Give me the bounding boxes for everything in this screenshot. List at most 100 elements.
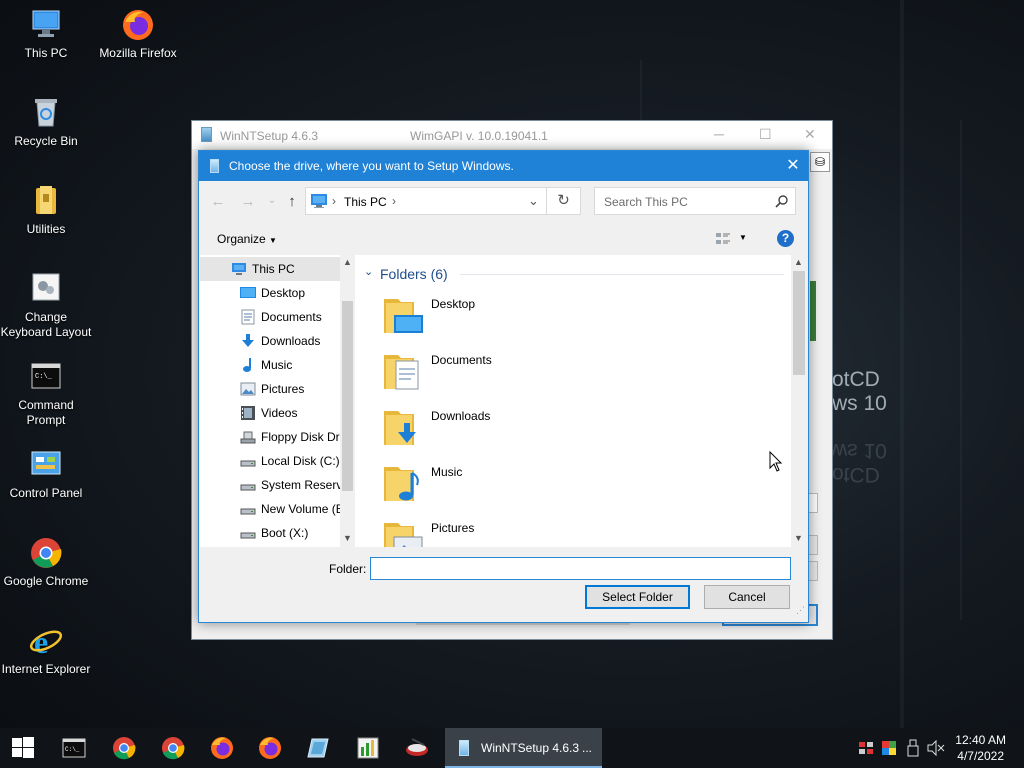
search-input[interactable]: Search This PC xyxy=(594,187,796,215)
help-icon[interactable]: ? xyxy=(777,230,794,247)
cmd-taskbar-icon[interactable]: C:\_ xyxy=(61,735,87,761)
scroll-up-icon[interactable]: ▲ xyxy=(343,257,352,267)
tree-item-label: New Volume (E xyxy=(261,502,341,516)
taskbar-clock[interactable]: 12:40 AM 4/7/2022 xyxy=(955,732,1006,764)
navigation-bar: ← → ⌄ ↑ › This PC › ⌄ ↻ Search This PC xyxy=(199,181,808,223)
group-divider xyxy=(460,274,784,275)
folder-item-label: Pictures xyxy=(431,521,475,535)
breadcrumb-this-pc[interactable]: This PC xyxy=(344,195,387,209)
breadcrumb-separator-icon[interactable]: › xyxy=(392,194,396,208)
folder-input[interactable] xyxy=(370,557,791,580)
drive-icon[interactable]: ⛁ xyxy=(810,152,830,172)
desktop-icon-internet-explorer[interactable]: e Internet Explorer xyxy=(0,624,92,677)
svg-text:e: e xyxy=(34,624,48,658)
group-header-folders[interactable]: ⌄ Folders (6) xyxy=(364,265,784,283)
scroll-down-icon[interactable]: ▼ xyxy=(343,533,352,543)
volume-muted-tray-icon[interactable] xyxy=(927,740,945,756)
content-pane-scrollbar[interactable]: ▲ ▼ xyxy=(791,255,807,547)
tree-item-videos[interactable]: Videos xyxy=(200,401,341,425)
caret-down-icon: ▼ xyxy=(269,236,277,245)
folder-item-downloads[interactable]: Downloads xyxy=(384,407,584,457)
refresh-button[interactable]: ↻ xyxy=(547,187,581,215)
dialog-titlebar[interactable]: Choose the drive, where you want to Setu… xyxy=(199,151,808,181)
search-icon[interactable] xyxy=(775,195,788,208)
select-folder-button[interactable]: Select Folder xyxy=(585,585,690,609)
minimize-button[interactable]: ─ xyxy=(714,126,724,142)
ie-icon: e xyxy=(29,624,63,660)
content-pane: ⌄ Folders (6) Desktop Documents Download… xyxy=(356,255,807,547)
tree-item-documents[interactable]: Documents xyxy=(200,305,341,329)
tree-item-label: This PC xyxy=(252,262,295,276)
folder-item-music[interactable]: Music xyxy=(384,463,584,513)
network-tray-icon[interactable] xyxy=(858,740,874,756)
maximize-button[interactable]: ☐ xyxy=(759,126,772,143)
up-arrow-icon[interactable]: ↑ xyxy=(282,193,302,210)
tree-item-floppy[interactable]: Floppy Disk Dri xyxy=(200,425,341,449)
address-dropdown-icon[interactable]: ⌄ xyxy=(528,193,539,209)
desktop-icon-control-panel[interactable]: Control Panel xyxy=(0,448,92,501)
scrollbar-thumb[interactable] xyxy=(793,271,805,375)
desktop-icon-utilities[interactable]: Utilities xyxy=(0,184,92,237)
tree-item-system-reserved[interactable]: System Reserve xyxy=(200,473,341,497)
view-options-icon[interactable] xyxy=(715,232,731,246)
tree-item-pictures[interactable]: Pictures xyxy=(200,377,341,401)
scroll-up-icon[interactable]: ▲ xyxy=(794,257,803,267)
desktop-icon-google-chrome[interactable]: Google Chrome xyxy=(0,536,92,589)
cancel-button[interactable]: Cancel xyxy=(704,585,790,609)
firefox-taskbar-icon[interactable] xyxy=(209,735,235,761)
folder-item-label: Music xyxy=(431,465,463,479)
clock-date: 4/7/2022 xyxy=(957,749,1004,763)
tree-item-label: Downloads xyxy=(261,334,321,348)
chrome-taskbar-icon[interactable] xyxy=(111,735,137,761)
scroll-down-icon[interactable]: ▼ xyxy=(794,533,803,543)
organize-button[interactable]: Organize ▼ xyxy=(217,232,277,246)
tree-item-new-volume[interactable]: New Volume (E xyxy=(200,497,341,521)
winntsetup-titlebar[interactable]: WinNTSetup 4.6.3 WimGAPI v. 10.0.19041.1… xyxy=(192,121,832,149)
desktop-icon-recycle-bin[interactable]: Recycle Bin xyxy=(0,96,92,149)
desktop-icon-firefox[interactable]: Mozilla Firefox xyxy=(92,8,184,61)
desktop-icon-this-pc[interactable]: This PC xyxy=(0,8,92,61)
scrollbar-thumb[interactable] xyxy=(342,301,353,491)
tree-item-label: Local Disk (C:) xyxy=(261,454,340,468)
svg-text:C:\_: C:\_ xyxy=(35,373,53,381)
tree-item-downloads[interactable]: Downloads xyxy=(200,329,341,353)
view-dropdown-icon[interactable]: ▼ xyxy=(739,233,747,242)
tree-item-desktop[interactable]: Desktop xyxy=(200,281,341,305)
display-tray-icon[interactable] xyxy=(881,740,897,756)
dialog-app-icon xyxy=(210,159,219,173)
usb-tray-icon[interactable] xyxy=(906,739,920,757)
windows-start-icon[interactable] xyxy=(12,737,38,763)
folder-item-documents[interactable]: Documents xyxy=(384,351,584,401)
this-pc-icon xyxy=(232,263,246,275)
navigation-pane-scrollbar[interactable]: ▲ ▼ xyxy=(340,255,355,547)
folder-item-label: Documents xyxy=(431,353,492,367)
dialog-close-button[interactable]: ✕ xyxy=(778,151,808,181)
folder-item-label: Downloads xyxy=(431,409,491,423)
close-button[interactable]: ✕ xyxy=(804,126,816,143)
back-arrow-icon[interactable]: ← xyxy=(208,193,228,210)
tree-item-music[interactable]: Music xyxy=(200,353,341,377)
desktop-icon-command-prompt[interactable]: C:\_ Command Prompt xyxy=(0,360,92,428)
recent-locations-icon[interactable]: ⌄ xyxy=(262,195,282,206)
desktop-folder-icon xyxy=(240,287,256,298)
folder-item-pictures[interactable]: Pictures xyxy=(384,519,584,547)
taskbar-button-winntsetup[interactable]: WinNTSetup 4.6.3 ... xyxy=(445,728,602,768)
disk-tool-taskbar-icon[interactable] xyxy=(404,735,430,761)
firefox-taskbar-icon[interactable] xyxy=(257,735,283,761)
desktop-icon-label: Internet Explorer xyxy=(1,662,91,676)
winntsetup-wimgapi-version: WimGAPI v. 10.0.19041.1 xyxy=(410,129,548,143)
forward-arrow-icon[interactable]: → xyxy=(238,193,258,210)
floppy-drive-icon xyxy=(240,431,256,444)
chart-app-taskbar-icon[interactable] xyxy=(355,735,381,761)
resize-grip-icon[interactable]: ⋰ xyxy=(796,605,805,616)
app-taskbar-icon[interactable] xyxy=(306,735,332,761)
tree-item-boot-x[interactable]: Boot (X:) xyxy=(200,521,341,545)
chrome-taskbar-icon[interactable] xyxy=(160,735,186,761)
desktop-icon-change-keyboard-layout[interactable]: Change Keyboard Layout xyxy=(0,272,92,340)
keyboard-icon xyxy=(29,272,63,306)
tree-item-local-disk-c[interactable]: Local Disk (C:) xyxy=(200,449,341,473)
folder-item-desktop[interactable]: Desktop xyxy=(384,295,584,345)
address-bar[interactable]: › This PC › ⌄ xyxy=(305,187,547,215)
organize-label: Organize xyxy=(217,232,266,246)
tree-item-this-pc[interactable]: This PC xyxy=(200,257,341,281)
